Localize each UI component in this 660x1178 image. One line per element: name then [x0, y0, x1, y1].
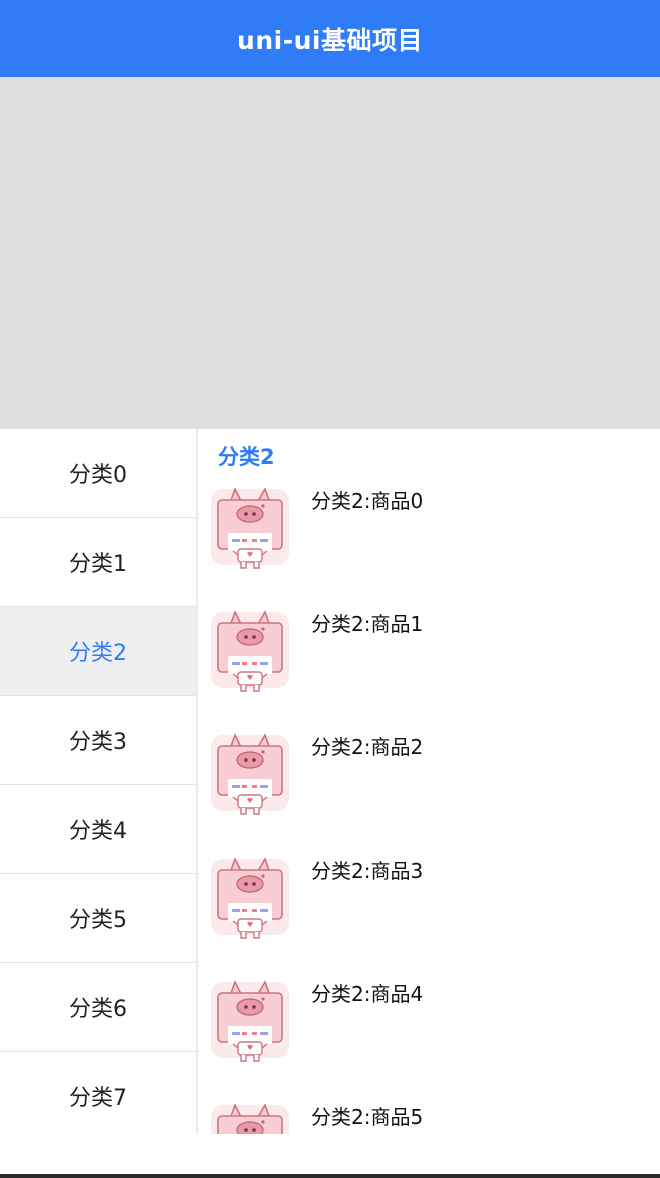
bottom-edge: [0, 1174, 660, 1178]
product-item[interactable]: 分类2:商品5: [208, 1097, 648, 1134]
pig-icon: [208, 604, 292, 694]
product-name: 分类2:商品0: [311, 489, 424, 513]
section-title: 分类2: [218, 445, 275, 469]
nav-bar: uni-ui基础项目: [0, 0, 660, 77]
sidebar-item-cat0[interactable]: 分类0: [0, 429, 196, 518]
category-sidebar: 分类0 分类1 分类2 分类3 分类4 分类5 分类6 分类7: [0, 429, 196, 1134]
pig-icon: [208, 974, 292, 1064]
sidebar-item-label: 分类2: [69, 641, 127, 666]
sidebar-item-label: 分类0: [69, 463, 127, 488]
banner-placeholder: [0, 77, 660, 429]
pig-icon: [208, 727, 292, 817]
pig-icon: [208, 851, 292, 941]
bottom-area: [0, 1134, 660, 1174]
product-name: 分类2:商品3: [311, 859, 424, 883]
sidebar-item-label: 分类6: [69, 997, 127, 1022]
pig-icon: [208, 1097, 292, 1134]
product-item[interactable]: 分类2:商品4: [208, 974, 648, 1084]
product-item[interactable]: 分类2:商品0: [208, 481, 648, 591]
sidebar-item-label: 分类4: [69, 819, 127, 844]
sidebar-item-cat4[interactable]: 分类4: [0, 785, 196, 874]
sidebar-item-cat5[interactable]: 分类5: [0, 874, 196, 963]
sidebar-item-label: 分类3: [69, 730, 127, 755]
sidebar-item-cat6[interactable]: 分类6: [0, 963, 196, 1052]
sidebar-item-label: 分类5: [69, 908, 127, 933]
sidebar-item-cat1[interactable]: 分类1: [0, 518, 196, 607]
sidebar-item-cat7[interactable]: 分类7: [0, 1052, 196, 1134]
product-item[interactable]: 分类2:商品1: [208, 604, 648, 714]
sidebar-item-label: 分类1: [69, 552, 127, 577]
product-item[interactable]: 分类2:商品2: [208, 727, 648, 837]
sidebar-item-cat3[interactable]: 分类3: [0, 696, 196, 785]
page-title: uni-ui基础项目: [237, 25, 423, 55]
product-name: 分类2:商品5: [311, 1105, 424, 1129]
product-list: 分类2 分类2:商品0 分类2:商品1 分类2:商品2 分类2:商品3 分类2:…: [198, 429, 660, 1134]
pig-icon: [208, 481, 292, 571]
product-name: 分类2:商品4: [311, 982, 424, 1006]
product-name: 分类2:商品2: [311, 735, 424, 759]
product-name: 分类2:商品1: [311, 612, 424, 636]
product-item[interactable]: 分类2:商品3: [208, 851, 648, 961]
sidebar-item-label: 分类7: [69, 1086, 127, 1111]
sidebar-item-cat2[interactable]: 分类2: [0, 607, 196, 696]
